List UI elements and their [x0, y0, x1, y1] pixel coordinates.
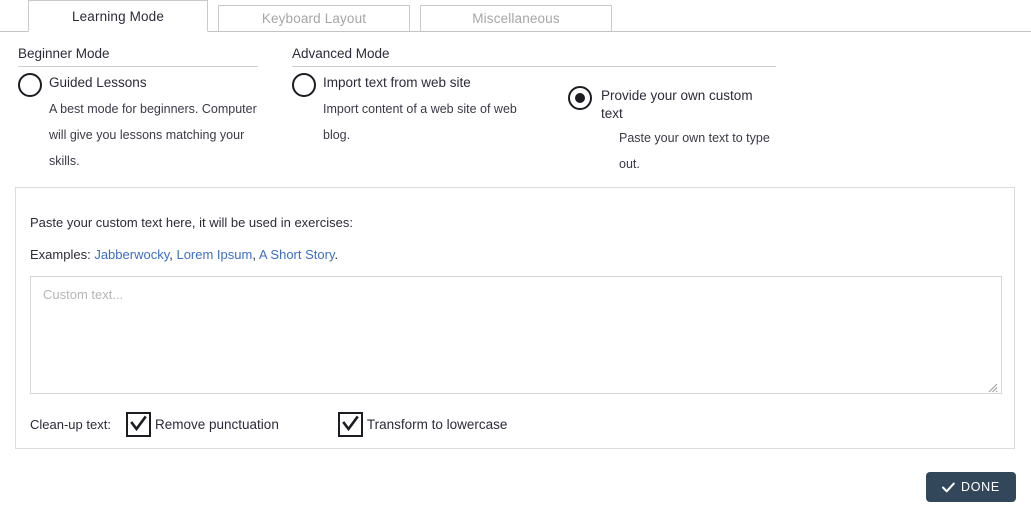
option-title: Import text from web site — [323, 75, 471, 90]
radio-custom-text[interactable] — [568, 86, 592, 110]
option-guided-lessons[interactable]: Guided Lessons A best mode for beginners… — [18, 72, 258, 174]
checkbox-item-remove-punctuation[interactable]: Remove punctuation — [126, 412, 279, 437]
custom-text-area-wrapper — [30, 276, 1002, 394]
examples-label: Examples: — [30, 247, 91, 262]
beginner-mode-column: Beginner Mode Guided Lessons A best mode… — [18, 46, 258, 168]
example-link-lorem-ipsum[interactable]: Lorem Ipsum — [176, 247, 252, 262]
option-title: Guided Lessons — [49, 75, 147, 90]
option-custom-text[interactable]: Provide your own custom text Paste your … — [568, 85, 778, 177]
radio-import-text[interactable] — [292, 73, 316, 97]
radio-guided-lessons[interactable] — [18, 73, 42, 97]
tab-label: Keyboard Layout — [261, 11, 367, 26]
example-link-jabberwocky[interactable]: Jabberwocky — [94, 247, 169, 262]
option-description: A best mode for beginners. Computer will… — [49, 102, 257, 168]
cleanup-label: Clean-up text: — [30, 417, 111, 432]
tab-bar: Learning Mode Keyboard Layout Miscellane… — [0, 0, 1031, 32]
checkbox-remove-punctuation[interactable] — [126, 412, 151, 437]
tab-label: Miscellaneous — [472, 11, 560, 26]
tab-label: Learning Mode — [71, 8, 164, 24]
custom-text-panel: Paste your custom text here, it will be … — [15, 187, 1015, 449]
panel-instruction: Paste your custom text here, it will be … — [30, 215, 353, 230]
examples-links: Jabberwocky, Lorem Ipsum, A Short Story. — [94, 247, 338, 262]
checkbox-item-transform-lowercase[interactable]: Transform to lowercase — [337, 412, 508, 437]
option-description: Paste your own text to type out. — [619, 131, 770, 171]
advanced-mode-heading: Advanced Mode — [292, 46, 776, 67]
option-description: Import content of a web site of web blog… — [323, 102, 517, 142]
option-title: Provide your own custom text — [601, 88, 753, 121]
example-link-a-short-story[interactable]: A Short Story — [259, 247, 335, 262]
tab-keyboard-layout[interactable]: Keyboard Layout — [218, 5, 410, 32]
done-button-label: DONE — [961, 480, 1000, 494]
mode-selection-section: Beginner Mode Guided Lessons A best mode… — [0, 32, 1031, 171]
check-icon — [342, 415, 359, 432]
checkbox-transform-lowercase[interactable] — [337, 412, 363, 437]
done-button[interactable]: DONE — [926, 472, 1016, 502]
examples-row: Examples: Jabberwocky, Lorem Ipsum, A Sh… — [30, 246, 1000, 264]
checkbox-label: Remove punctuation — [155, 417, 279, 432]
check-icon — [130, 415, 147, 432]
examples-terminator: . — [334, 247, 339, 262]
option-import-text[interactable]: Import text from web site Import content… — [292, 72, 532, 148]
tab-miscellaneous[interactable]: Miscellaneous — [420, 5, 612, 32]
cleanup-text-row: Clean-up text: Remove punctuation Transf… — [30, 412, 1000, 437]
advanced-mode-column: Advanced Mode Import text from web site … — [292, 46, 776, 171]
custom-text-input[interactable] — [30, 276, 1002, 394]
checkbox-label: Transform to lowercase — [366, 417, 508, 432]
tab-learning-mode[interactable]: Learning Mode — [28, 0, 208, 32]
beginner-mode-heading: Beginner Mode — [18, 46, 258, 67]
check-icon — [942, 482, 955, 493]
